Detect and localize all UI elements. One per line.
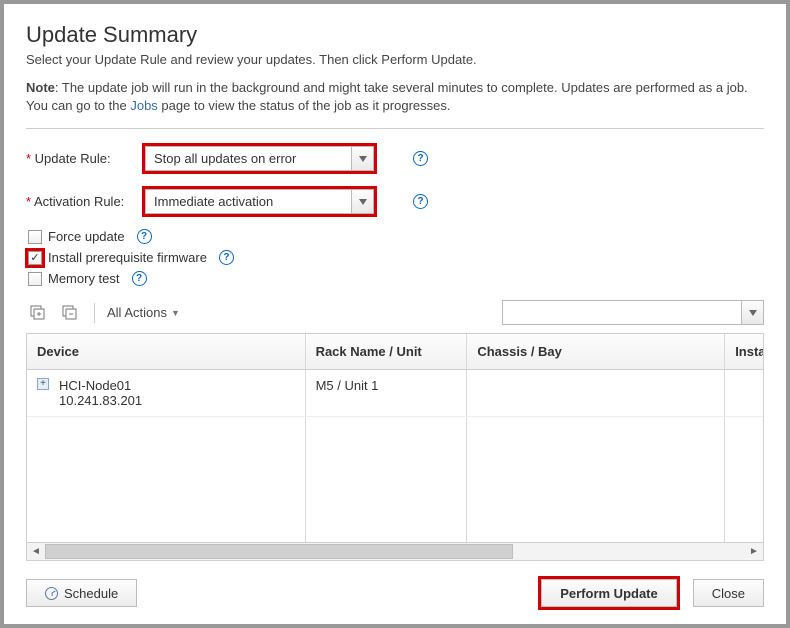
- divider: [94, 303, 95, 323]
- activation-rule-select[interactable]: Immediate activation: [142, 186, 377, 217]
- toolbar-left: All Actions ▼: [26, 301, 180, 325]
- scroll-left-icon[interactable]: ◄: [27, 543, 45, 560]
- chevron-down-icon[interactable]: [352, 189, 374, 214]
- toolbar-right: [502, 300, 764, 325]
- help-icon[interactable]: ?: [413, 194, 428, 209]
- memory-test-row: ✓ Memory test ?: [28, 271, 764, 286]
- update-rule-row: Update Rule: Stop all updates on error ?: [26, 143, 764, 174]
- all-actions-menu[interactable]: All Actions ▼: [107, 305, 180, 320]
- help-icon[interactable]: ?: [137, 229, 152, 244]
- schedule-label: Schedule: [64, 586, 118, 601]
- col-rack[interactable]: Rack Name / Unit: [305, 334, 467, 370]
- col-installed[interactable]: Installed Version: [725, 334, 764, 370]
- device-table: Device Rack Name / Unit Chassis / Bay In…: [26, 333, 764, 543]
- scroll-right-icon[interactable]: ►: [745, 543, 763, 560]
- table-header-row: Device Rack Name / Unit Chassis / Bay In…: [27, 334, 764, 370]
- perform-update-button[interactable]: Perform Update: [541, 579, 677, 607]
- install-prereq-label: Install prerequisite firmware: [48, 250, 207, 265]
- device-installed: [725, 370, 764, 417]
- expand-icon[interactable]: +: [37, 378, 49, 390]
- update-summary-dialog: Update Summary Select your Update Rule a…: [0, 0, 790, 628]
- expand-all-icon[interactable]: [26, 301, 50, 325]
- memory-test-checkbox[interactable]: ✓: [28, 272, 42, 286]
- activation-rule-row: Activation Rule: Immediate activation ?: [26, 186, 764, 217]
- update-rule-select[interactable]: Stop all updates on error: [142, 143, 377, 174]
- force-update-row: ✓ Force update ?: [28, 229, 764, 244]
- perform-update-label: Perform Update: [560, 586, 658, 601]
- filter-select[interactable]: [502, 300, 764, 325]
- table-row[interactable]: + HCI-Node01 10.241.83.201 M5 / Unit 1: [27, 370, 764, 417]
- page-title: Update Summary: [26, 22, 764, 48]
- horizontal-scrollbar[interactable]: ◄ ►: [26, 543, 764, 561]
- col-chassis[interactable]: Chassis / Bay: [467, 334, 725, 370]
- update-rule-label: Update Rule:: [26, 151, 136, 166]
- note-label: Note: [26, 80, 55, 95]
- activation-rule-value[interactable]: Immediate activation: [145, 189, 352, 214]
- filter-value[interactable]: [502, 300, 742, 325]
- close-button[interactable]: Close: [693, 579, 764, 607]
- clock-icon: [45, 587, 58, 600]
- jobs-link[interactable]: Jobs: [130, 98, 157, 113]
- all-actions-label: All Actions: [107, 305, 167, 320]
- help-icon[interactable]: ?: [413, 151, 428, 166]
- device-name: HCI-Node01: [59, 378, 142, 393]
- chevron-down-icon: ▼: [171, 308, 180, 318]
- chevron-down-icon[interactable]: [742, 300, 764, 325]
- activation-rule-label: Activation Rule:: [26, 194, 136, 209]
- force-update-checkbox[interactable]: ✓: [28, 230, 42, 244]
- chevron-down-icon[interactable]: [352, 146, 374, 171]
- col-device[interactable]: Device: [27, 334, 305, 370]
- page-subtitle: Select your Update Rule and review your …: [26, 52, 764, 67]
- force-update-label: Force update: [48, 229, 125, 244]
- help-icon[interactable]: ?: [219, 250, 234, 265]
- table-toolbar: All Actions ▼: [26, 300, 764, 325]
- device-ip: 10.241.83.201: [59, 393, 142, 408]
- device-chassis: [467, 370, 725, 417]
- help-icon[interactable]: ?: [132, 271, 147, 286]
- scroll-thumb[interactable]: [45, 544, 513, 559]
- note-body-2: page to view the status of the job as it…: [158, 98, 451, 113]
- collapse-all-icon[interactable]: [58, 301, 82, 325]
- device-rack: M5 / Unit 1: [305, 370, 467, 417]
- memory-test-label: Memory test: [48, 271, 120, 286]
- close-label: Close: [712, 586, 745, 601]
- update-rule-value[interactable]: Stop all updates on error: [145, 146, 352, 171]
- divider: [26, 128, 764, 129]
- dialog-footer: Schedule Perform Update Close: [26, 579, 764, 607]
- install-prereq-checkbox[interactable]: ✓: [28, 251, 42, 265]
- note-text: Note: The update job will run in the bac…: [26, 79, 764, 114]
- install-prereq-row: ✓ Install prerequisite firmware ?: [28, 250, 764, 265]
- schedule-button[interactable]: Schedule: [26, 579, 137, 607]
